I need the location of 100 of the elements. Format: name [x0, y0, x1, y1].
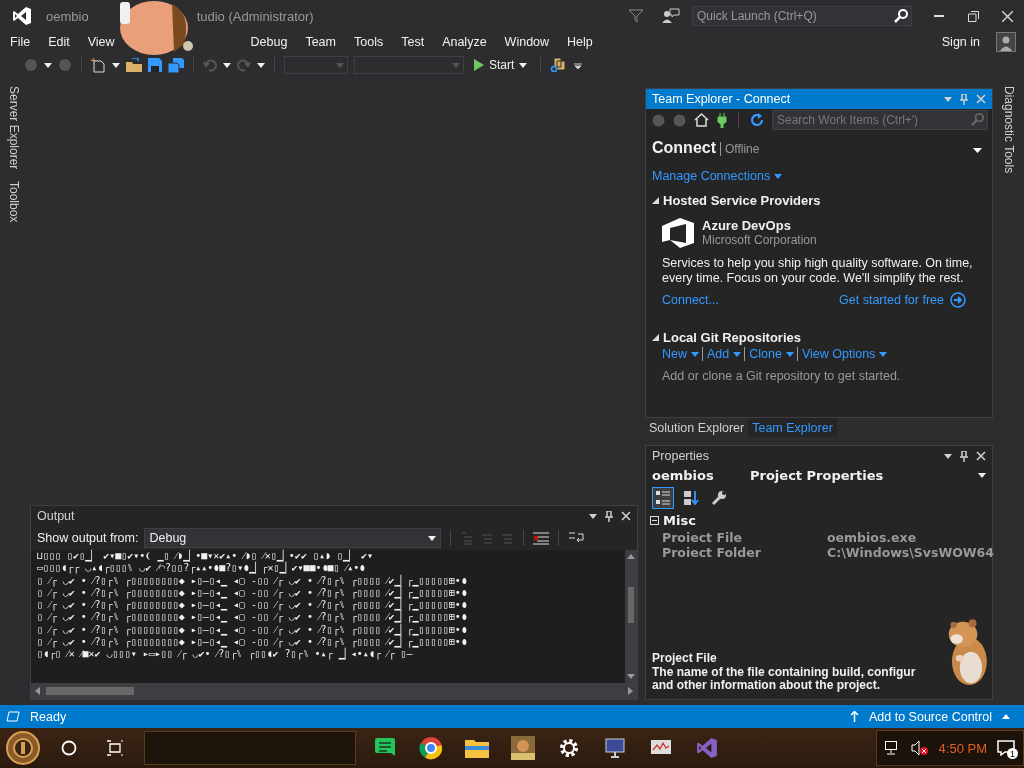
arrow-circle-icon[interactable]	[950, 292, 966, 308]
pin-icon[interactable]	[605, 510, 613, 522]
dropdown-icon	[879, 351, 888, 357]
collapse-icon[interactable]	[650, 516, 659, 525]
filter-icon[interactable]	[628, 9, 644, 23]
repository-action-link[interactable]: View Options	[801, 347, 891, 361]
repository-action-link[interactable]: Add	[707, 347, 746, 361]
categorized-view-button[interactable]	[652, 487, 674, 509]
menu-item[interactable]: Tools	[345, 35, 393, 49]
repository-action-link[interactable]: Clone	[749, 347, 798, 361]
status-text: Ready	[30, 709, 67, 724]
connection-status: Offline	[720, 142, 760, 156]
scroll-left-icon[interactable]	[35, 687, 40, 695]
section-title[interactable]: Local Git Repositories	[663, 330, 801, 345]
open-folder-icon[interactable]	[126, 58, 142, 72]
get-started-link[interactable]: Get started for free	[839, 293, 944, 307]
close-icon[interactable]	[1001, 10, 1013, 22]
quick-launch-field[interactable]: Quick Launch (Ctrl+Q)	[692, 6, 912, 26]
save-all-icon[interactable]	[168, 57, 184, 73]
output-source-dropdown[interactable]: Debug	[144, 528, 442, 548]
window-title: tudio (Administrator)	[196, 8, 314, 24]
output-text: ⊔▯▯▯ ▯✔▯▁▏ ✔▾■▯✔▾•❨ ▁▯ ⁄◗▁▏•■▾✕✔▴• ⁄◗▯ ⁄✕▯▁▏•✔✔ ▯▴◗ ▯▁▏ ✔▾ ▭▯▯▯◖┌┌ ◡▴◖┌▯▯▯⑊ ◡✔ ⁄◠?▯▯?┌▴▴•⬮■?▯▾⬮▁▏┌✕▯▁▏✔▾■■•⬮■▯ ⁄▴•⬮ ▯ ⁄┌ ◡✔ • ⁄?▯┌⑊ ┌▯▯▯▯▯▯▯▯◆ ▸▯‒▯◂▁ ◂▢ ‑▯▯ ⁄┌ ◡✔ • ⁄?▯┌⑊ ┌▯▯▯▯ ⁄✔▁▏┌▁▯▯▯▯▯⊞•⬮ ▯ ⁄┌ ◡✔ • ⁄?▯┌⑊ ┌▯▯▯▯▯▯▯▯◆ ▸▯‒▯◂▁ ◂▢ ‑▯▯ ⁄┌ ◡✔ • ⁄?▯┌⑊ ┌▯▯▯▯ ⁄✔▁▏┌▁▯▯▯▯▯⊞•⬮ ▯ ⁄┌ ◡✔ • ⁄?▯┌⑊ ┌▯▯▯▯▯▯▯▯◆ ▸▯‒▯◂▁ ◂▢ ‑▯▯ ⁄┌ ◡✔ • ⁄?▯┌⑊ ┌▯▯▯▯ ⁄✔▁▏┌▁▯▯▯▯▯⊞•⬮ ▯ ⁄┌ ◡✔ • ⁄?▯┌⑊ ┌▯▯▯▯▯▯▯▯◆ ▸▯‒▯◂▁ ◂▢ ‑▯▯ ⁄┌ ◡✔ • ⁄?▯┌⑊ ┌▯▯▯▯ ⁄✔▁▏┌▁▯▯▯▯▯⊞•⬮ ▯ ⁄┌ ◡✔ • ⁄?▯┌⑊ ┌▯▯▯▯▯▯▯▯◆ ▸▯‒▯◂▁ ◂▢ ‑▯▯ ⁄┌ ◡✔ • ⁄?▯┌⑊ ┌▯▯▯▯ ⁄✔▁▏┌▁▯▯▯▯▯⊞•⬮ ▯ ⁄┌ ◡✔ • ⁄?▯┌⑊ ┌▯▯▯▯▯▯▯▯◆ ▸▯‒▯◂▁ ◂▢ ‑▯▯ ⁄┌ ◡✔ • ⁄?▯┌⑊ ┌▯▯▯▯ ⁄✔▁▏┌▁▯▯▯▯▯⊞•⬮ ▯◖┌▯ ⁄✕ ⁄■✕✔ ◡▯▯▯▾ ▸▭▸▯▯ ⁄┌ ◡✔• ⁄?▯┌⑊ ┌▯▯◖✔ ?▯┌⑊ •▴┌ ▁▏◂•▴◖┌ ⁄┌ ▯‒	[36, 550, 468, 662]
section-title[interactable]: Hosted Service Providers	[663, 193, 821, 208]
volume-muted-icon[interactable]	[910, 740, 929, 756]
dropdown-icon	[774, 173, 783, 179]
menu-item[interactable]: Analyze	[433, 35, 496, 49]
repository-action-link[interactable]: New	[662, 347, 703, 361]
clear-all-icon[interactable]	[533, 531, 550, 545]
add-to-source-control-button[interactable]: Add to Source Control	[869, 709, 992, 724]
home-icon[interactable]	[694, 113, 709, 127]
scrollbar-thumb[interactable]	[628, 587, 634, 623]
start-button-icon[interactable]	[3, 730, 43, 766]
side-tab[interactable]: Toolbox	[7, 181, 21, 223]
browser-icon[interactable]	[419, 736, 443, 760]
minimize-icon[interactable]	[934, 14, 944, 18]
dropdown-icon	[112, 62, 120, 68]
dropdown-icon	[785, 351, 794, 357]
menu-item[interactable]: Help	[558, 35, 602, 49]
save-icon[interactable]	[148, 58, 162, 72]
settings-icon[interactable]	[558, 737, 580, 759]
game-icon[interactable]	[511, 736, 535, 760]
menu-item[interactable]: Edit	[39, 35, 79, 49]
close-icon[interactable]	[976, 451, 986, 461]
visual-studio-icon[interactable]	[696, 737, 718, 759]
scroll-right-icon[interactable]	[628, 687, 633, 695]
connect-link[interactable]: Connect...	[662, 293, 719, 307]
side-tab[interactable]: Diagnostic Tools	[1001, 86, 1016, 705]
scroll-up-icon[interactable]	[627, 554, 635, 559]
categorized-icon	[655, 490, 671, 506]
dropdown-icon[interactable]	[973, 148, 982, 153]
panel-tab[interactable]: Team Explorer	[748, 418, 837, 437]
dropdown-icon	[452, 62, 460, 68]
menu-item[interactable]: Debug	[241, 35, 297, 49]
azure-devops-logo	[662, 218, 694, 248]
menu-item[interactable]: Test	[392, 35, 434, 49]
refresh-icon[interactable]	[750, 113, 764, 127]
monitor-icon[interactable]	[603, 737, 627, 759]
dropdown-icon	[733, 351, 742, 357]
start-button[interactable]: Start	[470, 56, 532, 74]
new-project-icon[interactable]	[91, 57, 106, 73]
dropdown-icon[interactable]	[944, 453, 952, 459]
scrollbar-thumb[interactable]	[46, 687, 134, 695]
scroll-down-icon[interactable]	[627, 674, 635, 679]
clock-time[interactable]: 4:50 PM	[938, 740, 987, 756]
side-tab[interactable]: Server Explorer	[7, 86, 21, 170]
cortana-icon[interactable]	[61, 740, 77, 756]
menu-item[interactable]: Window	[495, 35, 559, 49]
toolbar-options-icon[interactable]	[574, 61, 583, 69]
folder-icon[interactable]	[465, 738, 489, 758]
menu-item[interactable]: Team	[296, 35, 345, 49]
up-caret-icon[interactable]	[1002, 714, 1010, 719]
feedback-icon[interactable]	[662, 8, 680, 24]
menu-item[interactable]: View	[78, 35, 124, 49]
close-icon[interactable]	[621, 511, 631, 521]
expanded-icon[interactable]	[652, 197, 659, 204]
property-name: Proiect Folder	[662, 545, 762, 560]
dropdown-icon	[223, 62, 231, 68]
dropdown-icon	[978, 473, 986, 478]
menu-item[interactable]: File	[1, 35, 40, 49]
chat-app-icon[interactable]	[374, 737, 396, 759]
git-hint: Add or clone a Git repository to get started.	[661, 368, 902, 383]
notifications-icon[interactable]	[997, 740, 1015, 756]
dropdown-icon[interactable]	[589, 513, 597, 519]
expanded-icon[interactable]	[652, 334, 659, 341]
manage-connections-link[interactable]: Manage Connections	[652, 169, 771, 183]
visual-studio-logo	[12, 6, 32, 26]
avatar-icon[interactable]	[996, 32, 1016, 52]
page-heading: Connect	[652, 139, 716, 157]
property-name: Proiect File	[662, 530, 743, 545]
pin-icon[interactable]	[960, 450, 968, 462]
search-field[interactable]: Search Work Items (Ctrl+')	[772, 110, 988, 130]
word-wrap-icon[interactable]	[568, 531, 585, 545]
task-view-icon[interactable]	[106, 740, 124, 756]
plug-icon[interactable]	[717, 112, 727, 128]
restore-icon[interactable]	[967, 10, 979, 22]
property-value: C:\Windows\SvsWOW64	[827, 545, 994, 560]
provider-company: Microsoft Corporation	[702, 233, 817, 247]
panel-title: Output	[37, 509, 76, 523]
object-name: oembios	[652, 468, 715, 483]
sign-in-link[interactable]: Sign in	[941, 35, 980, 49]
